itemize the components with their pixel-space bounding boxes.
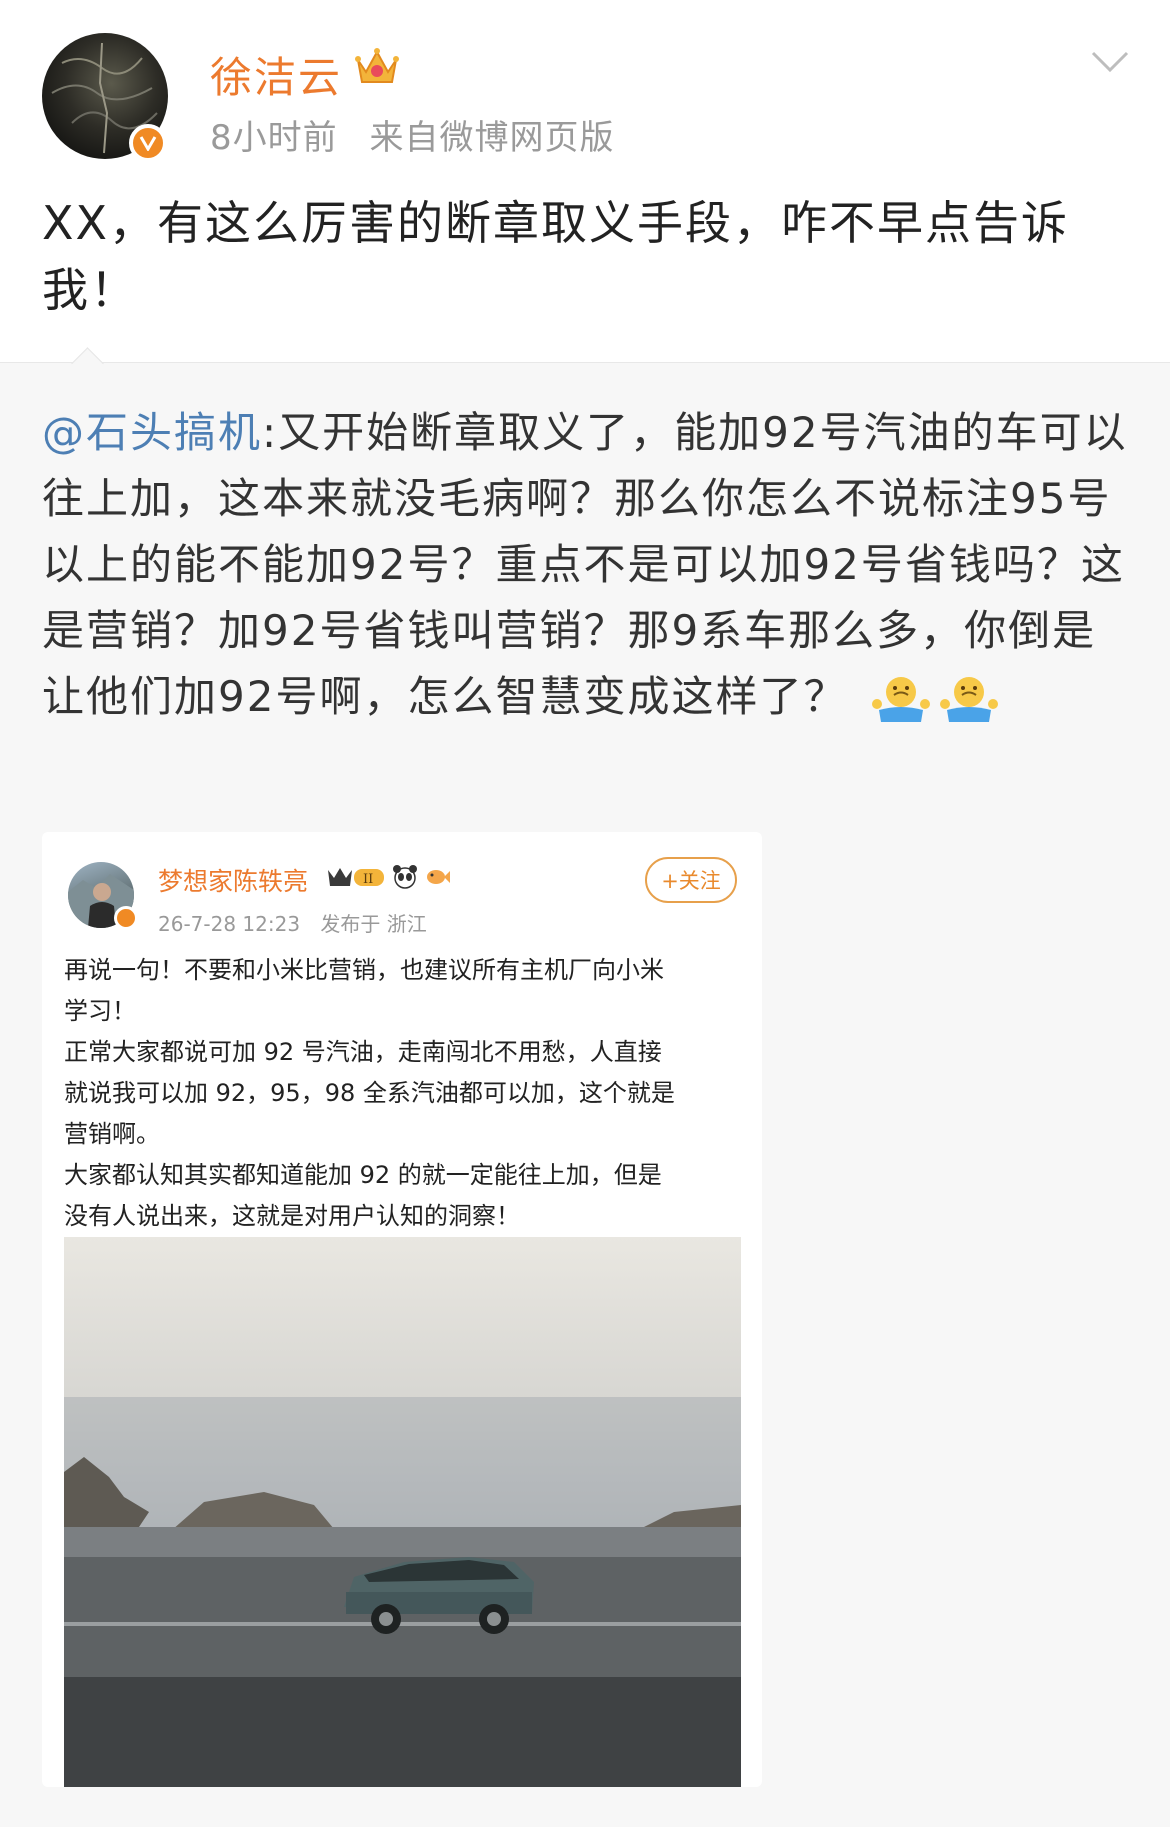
quoted-text: @石头搞机:又开始断章取义了，能加92号汽油的车可以往上加，这本来就没毛病啊？那… [42, 400, 1132, 730]
embedded-text: 再说一句！不要和小米比营销，也建议所有主机厂向小米 学习！ 正常大家都说可加 9… [64, 950, 744, 1237]
shrug-emoji-icon [871, 674, 931, 726]
embedded-badges: II [326, 862, 450, 892]
embedded-text-line: 没有人说出来，这就是对用户认知的洞察！ [64, 1202, 520, 1230]
embedded-text-line: 就说我可以加 92，95，98 全系汽油都可以加，这个就是 [64, 1079, 675, 1107]
embedded-text-line: 学习！ [64, 997, 136, 1025]
post-header: 徐洁云 8小时前 来自微博网页版 XX，有这么厉害的断章取义手段，咋不早点告诉我… [0, 0, 1170, 360]
post-text: XX，有这么厉害的断章取义手段，咋不早点告诉我！ [42, 196, 1070, 317]
verified-v-icon [114, 906, 138, 930]
chevron-down-icon[interactable] [1090, 50, 1130, 74]
vip-crown-icon: II [328, 868, 384, 887]
embedded-text-line: 再说一句！不要和小米比营销，也建议所有主机厂向小米 [64, 956, 664, 984]
embedded-time: 26-7-28 12:23 [158, 912, 301, 936]
post-time: 8小时前 [210, 118, 338, 158]
embedded-meta: 26-7-28 12:23 发布于 浙江 [158, 908, 441, 937]
panda-icon [393, 865, 417, 889]
mention-link[interactable]: @石头搞机 [42, 408, 262, 457]
fish-icon [427, 870, 450, 884]
embedded-username: 梦想家陈轶亮 [158, 867, 309, 896]
embedded-text-line: 大家都认知其实都知道能加 92 的就一定能往上加，但是 [64, 1161, 662, 1189]
svg-text:II: II [363, 872, 373, 887]
embedded-text-line: 营销啊。 [64, 1120, 160, 1148]
shrug-emoji-icon [939, 674, 999, 726]
embedded-location: 发布于 浙江 [320, 912, 427, 936]
embedded-screenshot-card[interactable]: 梦想家陈轶亮 II 26-7-28 12:23 发布于 浙江 +关注 再说一句！… [42, 832, 762, 1787]
embedded-text-line: 正常大家都说可加 92 号汽油，走南闯北不用愁，人直接 [64, 1038, 662, 1066]
post-username[interactable]: 徐洁云 [210, 44, 342, 105]
crown-icon [354, 46, 400, 88]
car-photo[interactable] [64, 1237, 741, 1787]
verified-v-icon [129, 124, 167, 162]
follow-button[interactable]: +关注 [645, 857, 737, 903]
post-source: 来自微博网页版 [369, 118, 615, 158]
post-meta: 8小时前 来自微博网页版 [210, 110, 634, 159]
